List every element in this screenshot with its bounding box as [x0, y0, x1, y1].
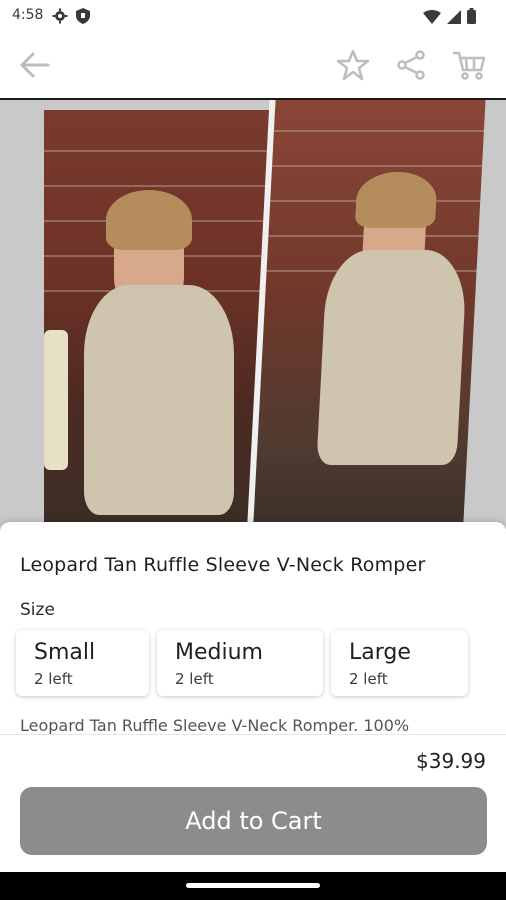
- size-name: Large: [349, 640, 411, 665]
- size-option-medium[interactable]: Medium 2 left: [157, 630, 323, 696]
- product-image-front: [44, 110, 280, 530]
- product-price: $39.99: [416, 749, 486, 773]
- product-image-carousel[interactable]: [0, 100, 506, 530]
- size-stock: 2 left: [175, 670, 214, 688]
- size-stock: 2 left: [349, 670, 388, 688]
- status-bar: 4:58: [0, 0, 506, 32]
- add-to-cart-label: Add to Cart: [185, 807, 322, 835]
- back-arrow-icon[interactable]: [18, 50, 52, 80]
- system-nav-bar: [0, 872, 506, 900]
- home-gesture-handle[interactable]: [186, 883, 320, 888]
- wifi-icon: [423, 9, 441, 28]
- size-stock: 2 left: [34, 670, 73, 688]
- size-option-large[interactable]: Large 2 left: [331, 630, 468, 696]
- add-to-cart-button[interactable]: Add to Cart: [20, 787, 487, 855]
- product-details-sheet: Leopard Tan Ruffle Sleeve V-Neck Romper …: [0, 522, 506, 735]
- size-name: Small: [34, 640, 96, 665]
- app-bar: [0, 32, 506, 98]
- signal-icon: [447, 9, 461, 28]
- battery-icon: [467, 8, 476, 28]
- purchase-footer: $39.99 Add to Cart: [0, 734, 506, 873]
- status-icons-right: [423, 8, 476, 28]
- star-icon[interactable]: [336, 48, 370, 82]
- settings-icon: [52, 8, 68, 28]
- size-option-small[interactable]: Small 2 left: [16, 630, 149, 696]
- product-image-side: [246, 100, 486, 530]
- size-name: Medium: [175, 640, 263, 665]
- product-description: Leopard Tan Ruffle Sleeve V-Neck Romper.…: [20, 716, 410, 735]
- share-icon[interactable]: [396, 50, 426, 80]
- status-icons-left: [52, 8, 90, 28]
- product-title: Leopard Tan Ruffle Sleeve V-Neck Romper: [20, 554, 426, 576]
- cart-icon[interactable]: [452, 50, 486, 80]
- size-label: Size: [20, 600, 55, 620]
- shield-icon: [76, 8, 90, 28]
- status-time: 4:58: [12, 7, 44, 23]
